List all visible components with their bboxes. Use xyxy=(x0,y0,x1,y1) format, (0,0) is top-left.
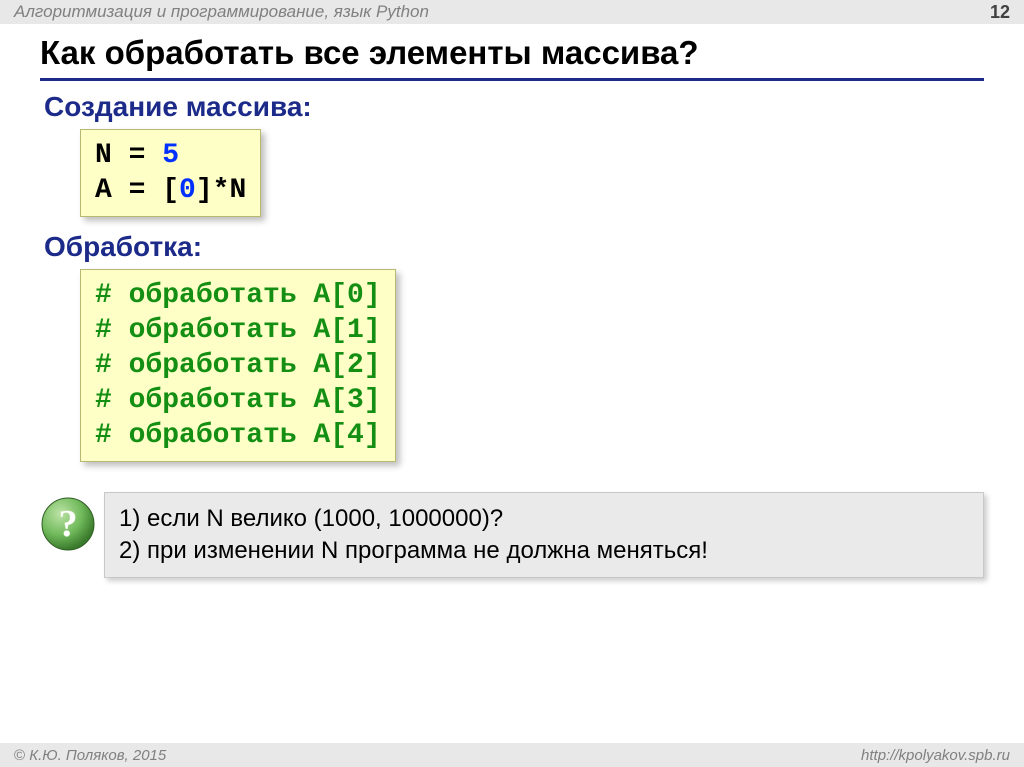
code-comment: # обработать A[1] xyxy=(95,315,381,346)
code-text: N xyxy=(95,140,112,171)
code-number: 0 xyxy=(179,175,196,206)
page-title: Как обработать все элементы массива? xyxy=(40,34,984,72)
code-comment: # обработать A[3] xyxy=(95,385,381,416)
code-comment: # обработать A[2] xyxy=(95,350,381,381)
question-icon: ? xyxy=(40,496,96,552)
code-text: = [ xyxy=(112,175,179,206)
code-create-array: N = 5 A = [0]*N xyxy=(80,129,261,217)
question-box: 1) если N велико (1000, 1000000)? 2) при… xyxy=(104,492,984,578)
code-process-array: # обработать A[0] # обработать A[1] # об… xyxy=(80,269,396,462)
code-text: ]*N xyxy=(196,175,246,206)
footer-copyright: © К.Ю. Поляков, 2015 xyxy=(14,747,166,764)
code-number: 5 xyxy=(162,140,179,171)
svg-text:?: ? xyxy=(59,503,78,545)
question-block: ? 1) если N велико (1000, 1000000)? 2) п… xyxy=(40,492,984,578)
question-line-2: 2) при изменении N программа не должна м… xyxy=(119,537,969,565)
code-text: A xyxy=(95,175,112,206)
section-create-array-label: Создание массива xyxy=(44,91,302,122)
code-comment: # обработать A[0] xyxy=(95,280,381,311)
section-process: Обработка: xyxy=(44,231,984,263)
footer-copyright-text: К.Ю. Поляков, 2015 xyxy=(25,747,166,764)
footer-url: http://kpolyakov.spb.ru xyxy=(861,747,1010,764)
page-number: 12 xyxy=(990,2,1010,23)
header-bar: Алгоритмизация и программирование, язык … xyxy=(0,0,1024,24)
breadcrumb: Алгоритмизация и программирование, язык … xyxy=(14,2,429,22)
footer-bar: © К.Ю. Поляков, 2015 http://kpolyakov.sp… xyxy=(0,743,1024,767)
title-divider xyxy=(40,78,984,81)
section-process-label: Обработка xyxy=(44,231,193,262)
code-text: = xyxy=(112,140,162,171)
question-line-1: 1) если N велико (1000, 1000000)? xyxy=(119,505,969,533)
code-comment: # обработать A[4] xyxy=(95,420,381,451)
section-create-array: Создание массива: xyxy=(44,91,984,123)
